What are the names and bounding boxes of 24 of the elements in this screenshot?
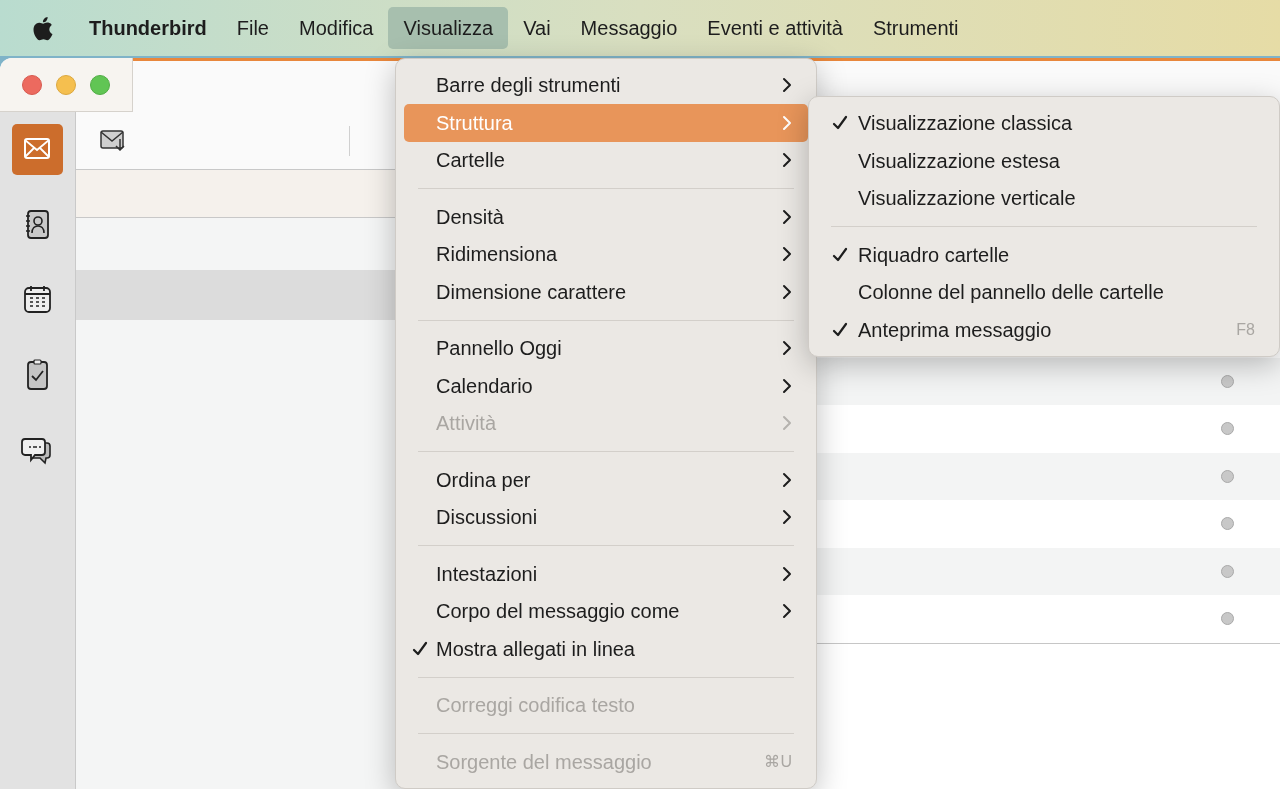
shortcut-label: F8 [1236,319,1256,340]
menu-item-label: Pannello Oggi [436,336,563,362]
menu-item-label: Densità [436,204,505,230]
menu-item-label: Cartelle [436,148,506,174]
menu-item-label: Correggi codifica testo [436,693,636,719]
menu-item-label: Dimensione carattere [436,279,628,305]
shortcut-label: ⌘U [764,751,793,772]
menu-item-label: Visualizzazione classica [858,111,1074,137]
menu-item-label: Ridimensiona [436,242,559,268]
menu-item-label: Visualizzazione verticale [858,186,1077,212]
menu-item-label: Visualizzazione estesa [858,148,1061,174]
menu-item-label: Barre degli strumenti [436,73,622,99]
menu-item-label: Sorgente del messaggio [436,749,653,775]
menu-item-label: Attività [436,411,498,437]
menu-item-label: Struttura [436,110,514,136]
menu-item-label: Ordina per [436,467,532,493]
menu-item-label: Anteprima messaggio [858,317,1053,343]
menu-item-label: Mostra allegati in linea [436,636,636,662]
menu-item-label: Colonne del pannello delle cartelle [858,280,1165,306]
menu-item-label: Discussioni [436,505,539,531]
menu-item-label: Calendario [436,373,534,399]
menu-item-label: Corpo del messaggio come [436,599,681,625]
menu-item-label: Riquadro cartelle [858,242,1011,268]
menu-item-label: Intestazioni [436,561,539,587]
